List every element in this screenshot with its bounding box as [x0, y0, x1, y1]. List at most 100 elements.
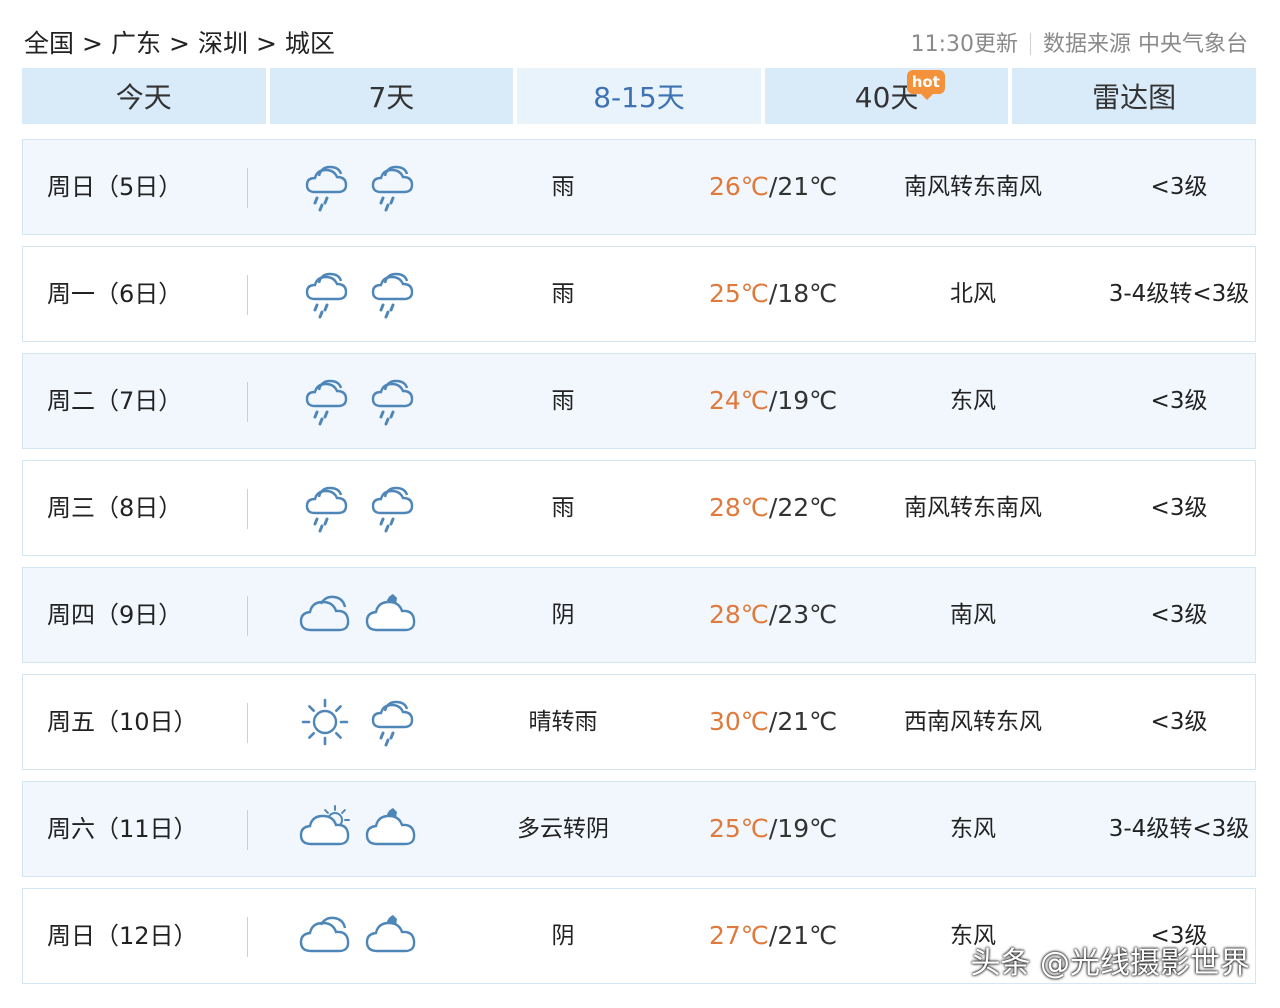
temperature-low: 22℃	[777, 493, 838, 522]
wind-direction: 北风	[950, 281, 996, 307]
forecast-day: 周六（11日）	[47, 815, 198, 843]
temperature-high: 30℃	[709, 707, 769, 736]
temperature-low: 19℃	[777, 386, 838, 415]
forecast-row: 周四（9日） 阴 28℃/23℃ 南风 <3级	[22, 567, 1256, 663]
rain-cloud-icon	[363, 483, 419, 533]
forecast-row: 周二（7日） 雨 24℃/19℃ 东风 <3级	[22, 353, 1256, 449]
rain-cloud-icon	[363, 162, 419, 212]
hot-badge: hot	[906, 70, 945, 100]
wind-level: <3级	[1150, 388, 1208, 414]
temperature-high: 24℃	[709, 386, 769, 415]
breadcrumb-item-province[interactable]: 广东	[111, 29, 161, 58]
rain-cloud-icon	[297, 162, 353, 212]
row-divider	[247, 596, 248, 636]
temperature-high: 28℃	[709, 493, 769, 522]
tab-radar[interactable]: 雷达图	[1012, 68, 1256, 124]
cloud-icon	[297, 911, 353, 961]
weather-description: 雨	[551, 174, 575, 200]
forecast-row: 周日（5日） 雨 26℃/21℃ 南风转东南风 <3级	[22, 139, 1256, 235]
rain-cloud-icon	[363, 376, 419, 426]
breadcrumb-separator: >	[82, 29, 103, 58]
wind-level: <3级	[1150, 709, 1208, 735]
tab-8-15-days[interactable]: 8-15天	[517, 68, 761, 124]
rain-cloud-icon	[363, 269, 419, 319]
temperature-range: 27℃/21℃	[709, 889, 837, 983]
tab-today[interactable]: 今天	[22, 68, 266, 124]
rain-cloud-icon	[363, 697, 419, 747]
row-divider	[247, 703, 248, 743]
wind-level: <3级	[1150, 174, 1208, 200]
forecast-list: 周日（5日） 雨 26℃/21℃ 南风转东南风 <3级 周一（6日） 雨 25℃…	[22, 139, 1256, 995]
forecast-row: 周六（11日） 多云转阴 25℃/19℃ 东风 3-4级转<3级	[22, 781, 1256, 877]
forecast-row: 周五（10日） 晴转雨 30℃/21℃ 西南风转东风 <3级	[22, 674, 1256, 770]
weather-description: 雨	[551, 495, 575, 521]
breadcrumb-item-district[interactable]: 城区	[285, 29, 335, 58]
tab-7-days[interactable]: 7天	[269, 68, 514, 124]
wind-direction: 南风	[950, 602, 996, 628]
wind-direction: 南风转东南风	[904, 495, 1042, 521]
temperature-low: 21℃	[777, 172, 838, 201]
forecast-day: 周二（7日）	[47, 387, 183, 415]
temperature-low: 19℃	[777, 814, 838, 843]
meta-divider	[1030, 33, 1031, 55]
forecast-day: 周一（6日）	[47, 280, 183, 308]
moon-cloud-icon	[363, 911, 419, 961]
data-source: 数据来源 中央气象台	[1043, 32, 1248, 57]
wind-level: <3级	[1150, 495, 1208, 521]
update-time: 11:30更新	[910, 32, 1018, 57]
temperature-range: 25℃/19℃	[709, 782, 837, 876]
watermark: 头条 @光线摄影世界	[970, 946, 1250, 981]
temperature-low: 21℃	[777, 921, 838, 950]
sun-cloud-icon	[297, 804, 353, 854]
temperature-low: 21℃	[777, 707, 838, 736]
moon-cloud-icon	[363, 590, 419, 640]
moon-cloud-icon	[363, 804, 419, 854]
weather-description: 晴转雨	[528, 709, 598, 735]
temperature-range: 24℃/19℃	[709, 354, 837, 448]
row-divider	[247, 168, 248, 208]
rain-cloud-icon	[297, 483, 353, 533]
row-divider	[247, 489, 248, 529]
row-divider	[247, 917, 248, 957]
wind-direction: 东风	[950, 816, 996, 842]
forecast-row: 周一（6日） 雨 25℃/18℃ 北风 3-4级转<3级	[22, 246, 1256, 342]
wind-level: <3级	[1150, 602, 1208, 628]
temperature-range: 25℃/18℃	[709, 247, 837, 341]
temperature-range: 30℃/21℃	[709, 675, 837, 769]
temperature-low: 18℃	[777, 279, 838, 308]
breadcrumb: 全国 > 广东 > 深圳 > 城区	[24, 24, 335, 60]
cloud-icon	[297, 590, 353, 640]
forecast-tabs: 今天 7天 8-15天 40天 hot 雷达图	[22, 68, 1256, 124]
temperature-high: 25℃	[709, 279, 769, 308]
forecast-day: 周日（12日）	[47, 922, 198, 950]
row-divider	[247, 382, 248, 422]
weather-description: 阴	[551, 923, 575, 949]
temperature-high: 27℃	[709, 921, 769, 950]
temperature-high: 28℃	[709, 600, 769, 629]
temperature-high: 26℃	[709, 172, 769, 201]
wind-direction: 西南风转东风	[904, 709, 1042, 735]
temperature-range: 28℃/23℃	[709, 568, 837, 662]
temperature-range: 28℃/22℃	[709, 461, 837, 555]
rain-cloud-icon	[297, 376, 353, 426]
update-meta: 11:30更新 数据来源 中央气象台	[911, 26, 1248, 58]
tab-40-days[interactable]: 40天 hot	[764, 68, 1009, 124]
temperature-high: 25℃	[709, 814, 769, 843]
breadcrumb-item-city[interactable]: 深圳	[198, 29, 248, 58]
breadcrumb-separator: >	[255, 29, 277, 58]
wind-level: 3-4级转<3级	[1108, 816, 1250, 842]
wind-level: 3-4级转<3级	[1108, 281, 1250, 307]
breadcrumb-separator: >	[168, 29, 190, 58]
weather-description: 阴	[551, 602, 575, 628]
sun-icon	[297, 697, 353, 747]
temperature-low: 23℃	[777, 600, 838, 629]
wind-direction: 东风	[950, 388, 996, 414]
forecast-row: 周三（8日） 雨 28℃/22℃ 南风转东南风 <3级	[22, 460, 1256, 556]
forecast-day: 周四（9日）	[47, 601, 183, 629]
forecast-day: 周三（8日）	[47, 494, 183, 522]
weather-description: 雨	[551, 388, 575, 414]
weather-description: 雨	[551, 281, 575, 307]
forecast-day: 周日（5日）	[47, 173, 183, 201]
breadcrumb-item-country[interactable]: 全国	[24, 29, 74, 58]
row-divider	[247, 810, 248, 850]
